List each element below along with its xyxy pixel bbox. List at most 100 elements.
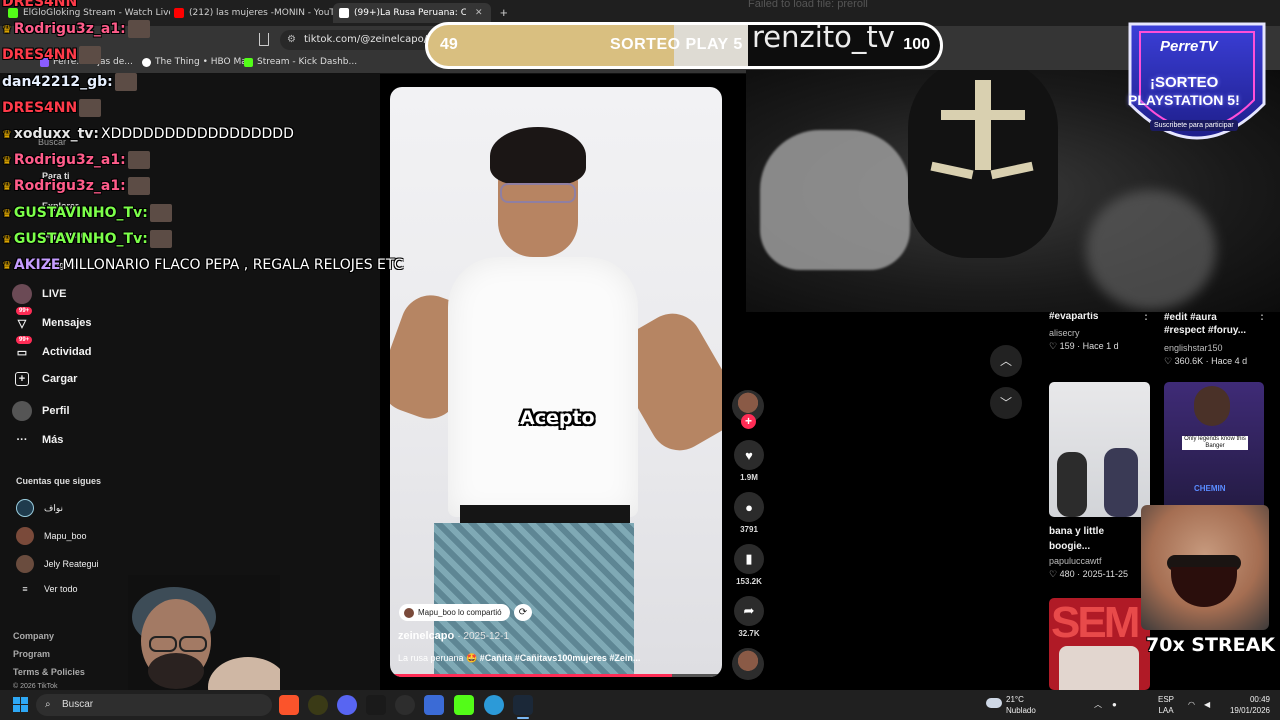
tab-tiktok[interactable]: (99+)La Rusa Peruana: Cañita y s ✕ <box>333 3 491 23</box>
site-info-icon[interactable]: ⚙ <box>287 30 296 50</box>
brave-icon[interactable] <box>279 695 299 715</box>
search-icon: ⌕ <box>45 699 51 710</box>
kick-icon[interactable] <box>454 695 474 715</box>
share-button[interactable]: ➦ 32.7K <box>733 596 765 638</box>
thumbnail-person <box>1194 386 1230 426</box>
comment-button[interactable]: ● 3791 <box>733 492 765 534</box>
footer-terms[interactable]: Terms & Policies <box>13 667 85 677</box>
sidebar-item-upload[interactable]: + Cargar <box>12 372 77 386</box>
badge-line2: PLAYSTATION 5! <box>1128 92 1240 108</box>
app-icon[interactable] <box>366 695 386 715</box>
app-icon[interactable] <box>308 695 328 715</box>
following-item[interactable]: Mapu_boo <box>16 527 87 545</box>
crown-icon: ♛ <box>2 206 12 220</box>
thumbnail-people <box>1059 646 1139 690</box>
cloud-icon <box>986 698 1002 708</box>
grid-thumbnail[interactable]: Only legends know this Banger CHEMIN <box>1164 382 1264 517</box>
sidebar-item-live[interactable]: LIVE <box>12 284 66 304</box>
clock[interactable]: 00:49 19/01/2026 <box>1222 694 1270 716</box>
sidebar-item-activity[interactable]: ▭ 99+ Actividad <box>12 336 92 362</box>
footer-program[interactable]: Program <box>13 649 50 659</box>
start-tile <box>13 697 20 704</box>
messages-icon: ▽ 99+ <box>12 307 33 333</box>
sorteo-badge: PerreTV ¡SORTEO PLAYSTATION 5! Suscribet… <box>1116 12 1278 160</box>
video-player[interactable]: Acepto Mapu_boo lo compartió ⟳ zeinelcap… <box>390 87 722 677</box>
reposted-chip[interactable]: Mapu_boo lo compartió <box>399 604 510 621</box>
windows-taskbar: ⌕ Buscar 21°C Nublado ︿ ● ESP LAA ◠ ◀ 00… <box>0 690 1280 720</box>
bookmark-kick-dashboard[interactable]: Stream - Kick Dashb... <box>244 57 357 67</box>
start-tile <box>13 705 20 712</box>
hbo-icon <box>142 57 151 67</box>
video-figure-shirt <box>448 257 638 517</box>
footer-company[interactable]: Company <box>13 631 54 641</box>
video-progress-bar[interactable] <box>390 674 722 677</box>
active-app-indicator <box>517 717 529 719</box>
taskbar-search[interactable]: ⌕ Buscar <box>36 694 272 716</box>
grid-thumbnail[interactable]: SEM <box>1049 598 1150 690</box>
bookmark-icon[interactable] <box>259 33 269 46</box>
grid-item-author[interactable]: alisecry <box>1049 328 1080 338</box>
webcam-hand <box>760 130 910 270</box>
sidebar-item-profile[interactable]: Perfil <box>12 401 70 421</box>
grid-item-title[interactable]: #evapartis <box>1049 311 1098 322</box>
grid-item-stats: ♡ 360.6K · Hace 4 d <box>1164 356 1248 366</box>
kick-icon <box>244 57 253 67</box>
crown-icon: ♛ <box>2 258 12 272</box>
save-button[interactable]: ▮ 153.2K <box>733 544 765 586</box>
obs-icon[interactable] <box>395 695 415 715</box>
steam-icon[interactable] <box>513 695 533 715</box>
video-author[interactable]: zeinelcapo · 2025-12-1 <box>398 630 509 642</box>
meme-overlay <box>1141 505 1269 630</box>
grid-item-author[interactable]: papuluccawtf <box>1049 556 1102 566</box>
badge-brand: PerreTV <box>1160 38 1218 55</box>
network-icon[interactable]: ◠ <box>1188 699 1195 710</box>
start-tile <box>21 705 28 712</box>
tray-app-icon[interactable]: ● <box>1112 699 1117 710</box>
overlay-error-text: Failed to load file: preroll <box>748 0 868 10</box>
streak-label: 70x STREAK <box>1146 634 1275 656</box>
grid-item-author[interactable]: englishstar150 <box>1164 343 1223 353</box>
grid-thumbnail[interactable] <box>1049 382 1150 517</box>
tiktok-icon <box>339 8 349 18</box>
emote-icon <box>149 230 172 248</box>
following-item[interactable]: نواف <box>16 499 63 517</box>
next-video-button[interactable]: ﹀ <box>990 387 1022 419</box>
badge-line1: ¡SORTEO <box>1150 74 1219 91</box>
grid-item-title[interactable]: #edit #aura #respect #foruy... <box>1164 311 1254 337</box>
bookmark-icon: ▮ <box>734 544 764 574</box>
follow-plus-icon[interactable]: + <box>741 414 756 429</box>
grid-item-title[interactable]: bana y little boogie... <box>1049 524 1139 554</box>
activity-badge: 99+ <box>16 336 33 344</box>
video-figure-belt <box>460 505 630 523</box>
video-hashtags[interactable]: #Cañita #Cañitavs100mujeres #Zein... <box>480 653 641 663</box>
next-author-avatar[interactable] <box>732 648 764 680</box>
tray-chevron-icon[interactable]: ︿ <box>1094 699 1102 710</box>
emote-icon <box>79 46 102 64</box>
avatar <box>404 607 414 618</box>
comment-icon: ● <box>734 492 764 522</box>
sorteo-title: SORTEO PLAY 5 <box>610 36 743 53</box>
previous-video-button[interactable]: ︿ <box>990 345 1022 377</box>
comment-count: 3791 <box>740 525 758 534</box>
bookmark-hbo[interactable]: The Thing • HBO Max <box>142 57 252 67</box>
app-icon[interactable] <box>424 695 444 715</box>
windows-start-icon[interactable] <box>13 697 29 713</box>
video-caption: Acepto <box>520 407 595 429</box>
mask-stripe <box>941 110 1025 120</box>
language-indicator[interactable]: ESP LAA <box>1158 694 1174 716</box>
new-tab-button[interactable]: + <box>500 5 508 20</box>
like-button[interactable]: ♥ 1.9M <box>733 440 765 482</box>
close-tab-icon[interactable]: ✕ <box>475 8 483 18</box>
sidebar-item-messages[interactable]: ▽ 99+ Mensajes <box>12 307 92 333</box>
thumbnail-name: CHEMIN <box>1194 484 1226 493</box>
following-item[interactable]: Jely Reategui <box>16 555 99 573</box>
messages-badge: 99+ <box>16 307 33 315</box>
volume-icon[interactable]: ◀ <box>1204 699 1210 710</box>
discord-icon[interactable] <box>337 695 357 715</box>
edge-icon[interactable] <box>484 695 504 715</box>
see-all-link[interactable]: ≡ Ver todo <box>16 584 77 594</box>
repost-icon[interactable]: ⟳ <box>514 604 532 621</box>
weather-widget[interactable]: 21°C Nublado <box>1006 694 1036 716</box>
tab-youtube[interactable]: (212) las mujeres -MONIN - YouTube <box>168 3 333 23</box>
sidebar-item-more[interactable]: ··· Más <box>12 430 64 450</box>
